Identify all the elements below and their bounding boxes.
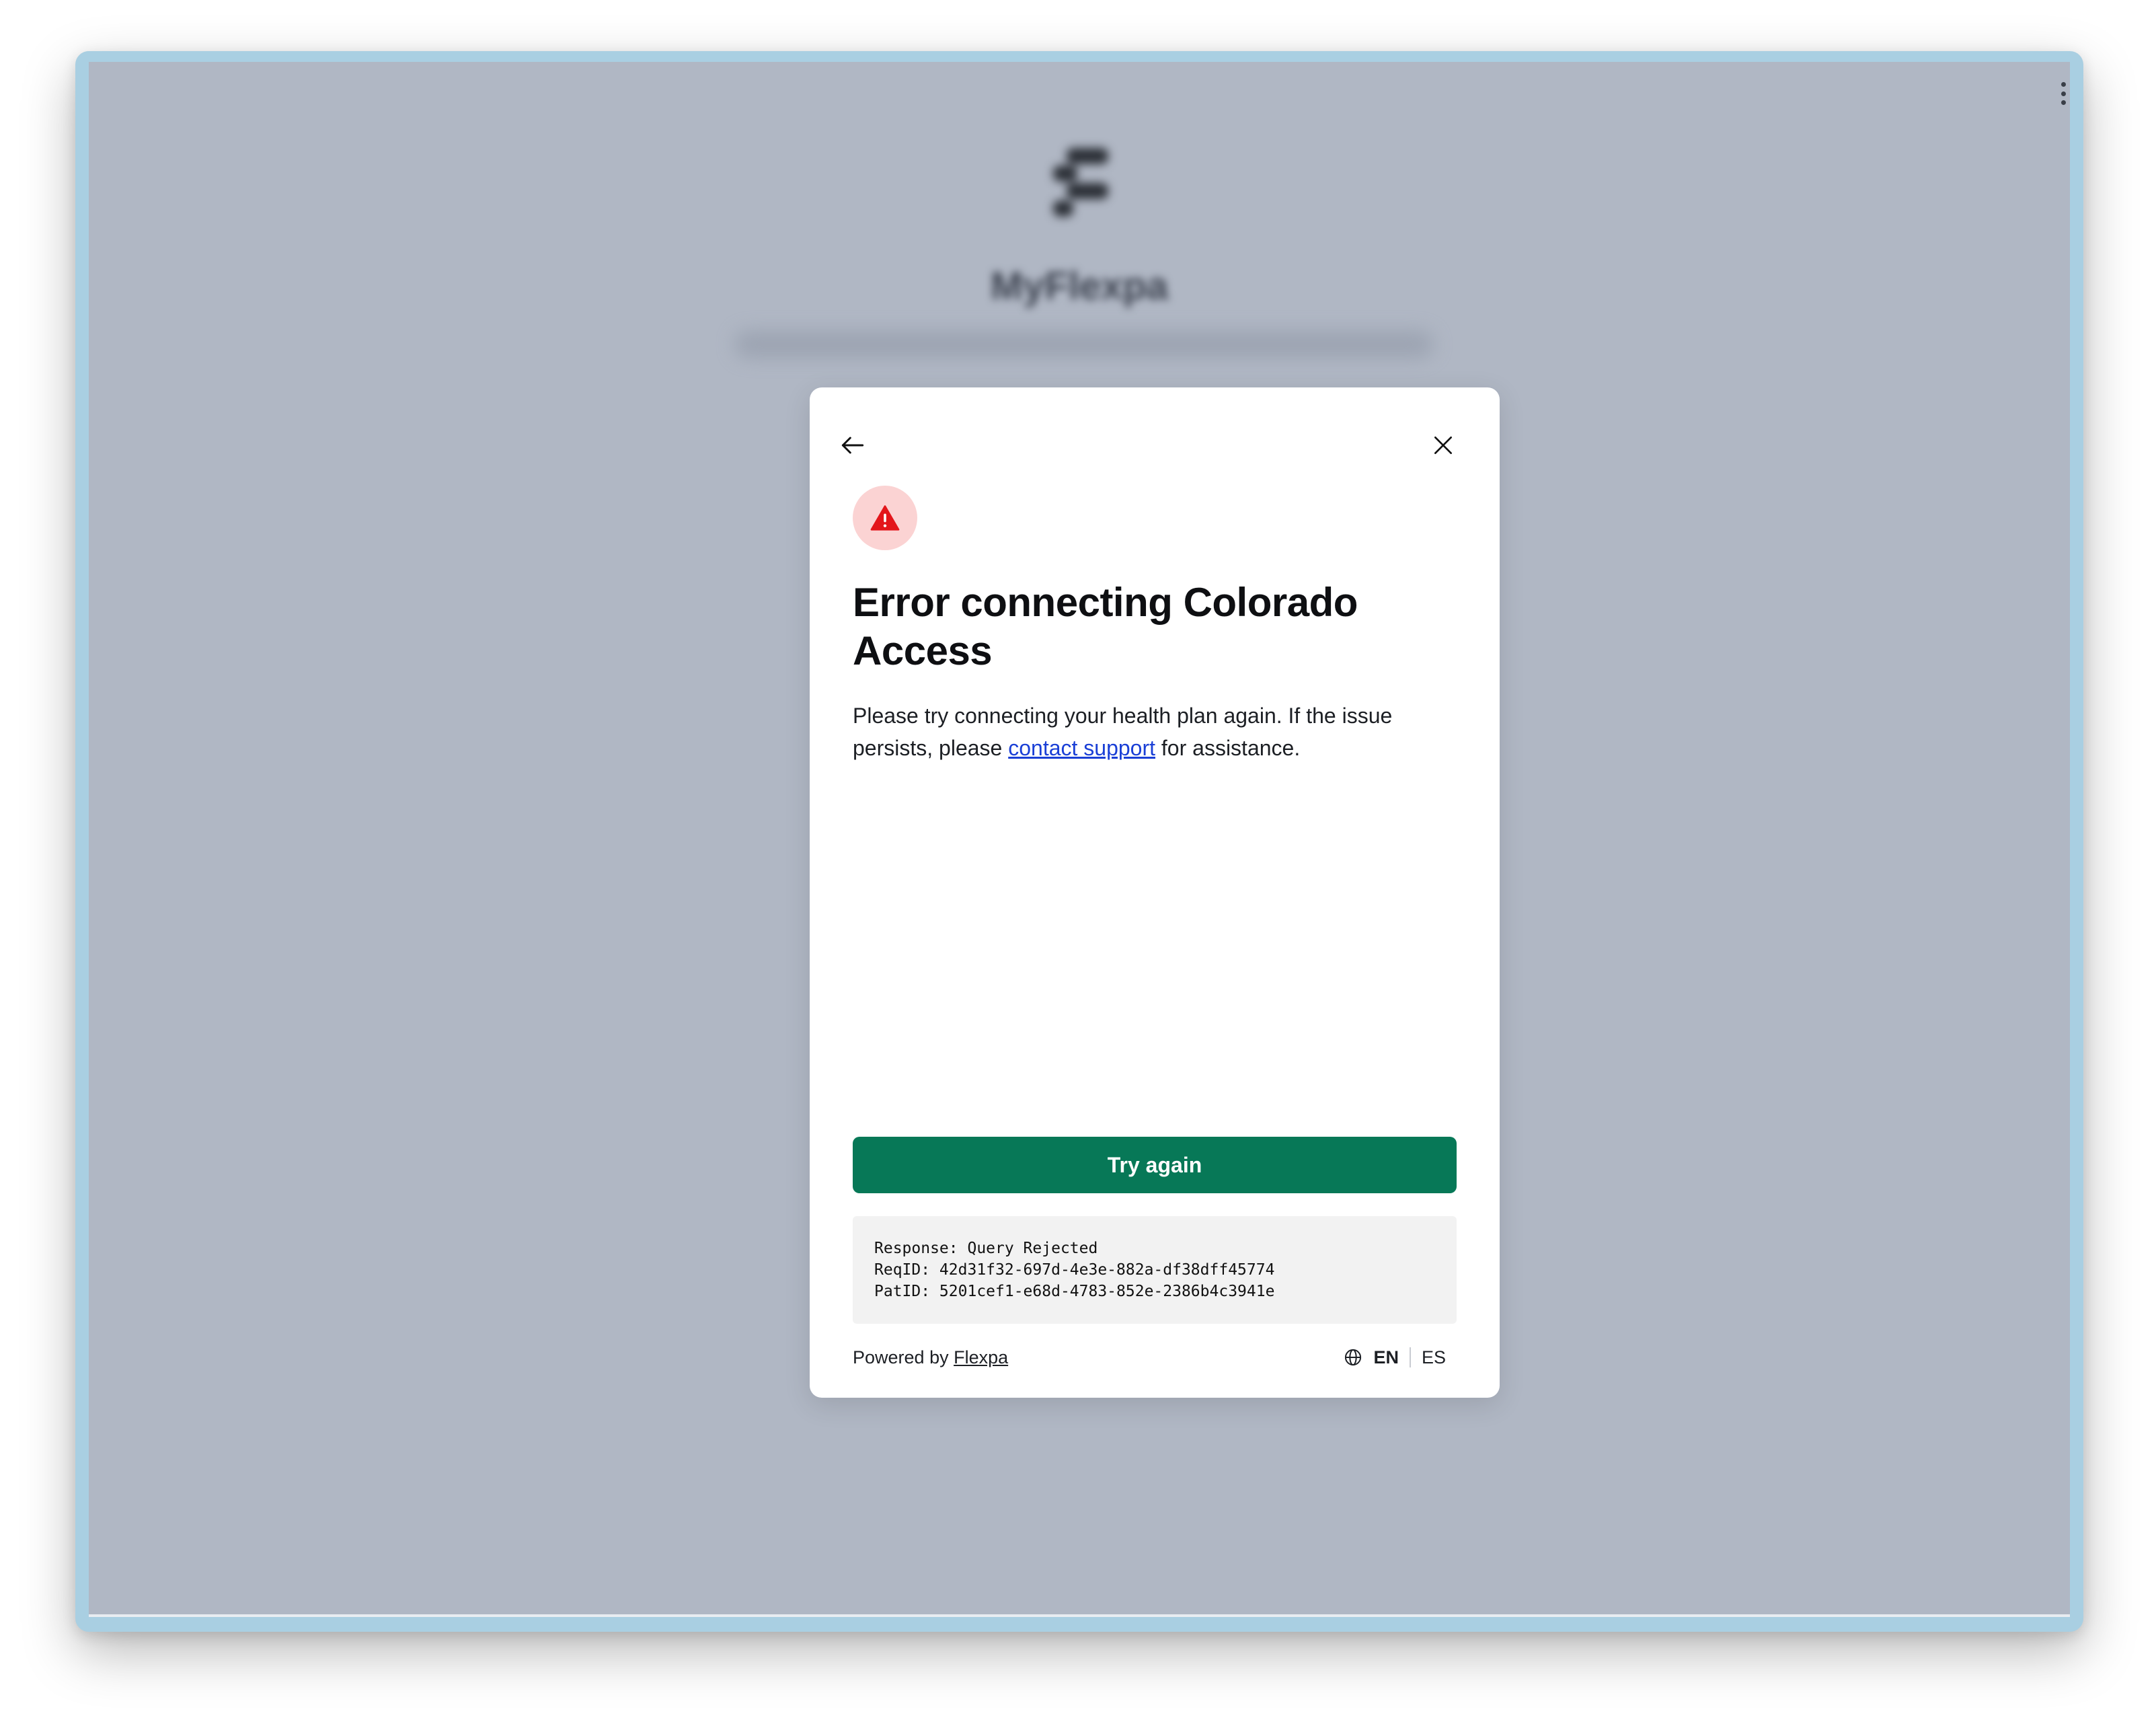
globe-icon [1345, 1349, 1362, 1366]
debug-info-box: Response: Query Rejected ReqID: 42d31f32-… [853, 1216, 1457, 1324]
alert-badge [853, 486, 917, 550]
viewport-bottom-edge [89, 1614, 2070, 1617]
contact-support-link[interactable]: contact support [1008, 736, 1155, 760]
error-message-end: for assistance. [1155, 736, 1301, 760]
error-dialog: Error connecting Colorado Access Please … [810, 387, 1500, 1398]
browser-window: MyFlexpa Error connecting Colorado Acces… [75, 51, 2083, 1632]
language-switcher: EN ES [1344, 1347, 1457, 1368]
arrow-left-icon [841, 437, 864, 454]
close-button[interactable] [1422, 424, 1465, 467]
dialog-footer: Powered by Flexpa EN ES [853, 1343, 1457, 1372]
page-viewport: MyFlexpa Error connecting Colorado Acces… [89, 62, 2070, 1617]
background-app-title: MyFlexpa [990, 264, 1169, 308]
language-en[interactable]: EN [1373, 1347, 1399, 1368]
language-es[interactable]: ES [1422, 1347, 1446, 1368]
language-divider [1409, 1347, 1411, 1367]
try-again-button[interactable]: Try again [853, 1137, 1457, 1193]
more-options-icon[interactable] [2061, 82, 2066, 105]
dialog-title: Error connecting Colorado Access [853, 580, 1358, 673]
debug-response: Response: Query Rejected [874, 1240, 1098, 1257]
warning-triangle-icon [870, 505, 900, 531]
powered-by-label: Powered by [853, 1347, 954, 1367]
flexpa-link[interactable]: Flexpa [954, 1347, 1008, 1367]
debug-pat-id: PatID: 5201cef1-e68d-4783-852e-2386b4c39… [874, 1283, 1275, 1300]
back-button[interactable] [831, 424, 874, 467]
close-icon [1434, 437, 1452, 454]
error-message: Please try connecting your health plan a… [853, 700, 1458, 764]
background-subtitle-placeholder [734, 331, 1434, 358]
debug-req-id: ReqID: 42d31f32-697d-4e3e-882a-df38dff45… [874, 1261, 1275, 1279]
powered-by: Powered by Flexpa [853, 1347, 1008, 1368]
flexpa-logo-icon [1053, 148, 1108, 217]
